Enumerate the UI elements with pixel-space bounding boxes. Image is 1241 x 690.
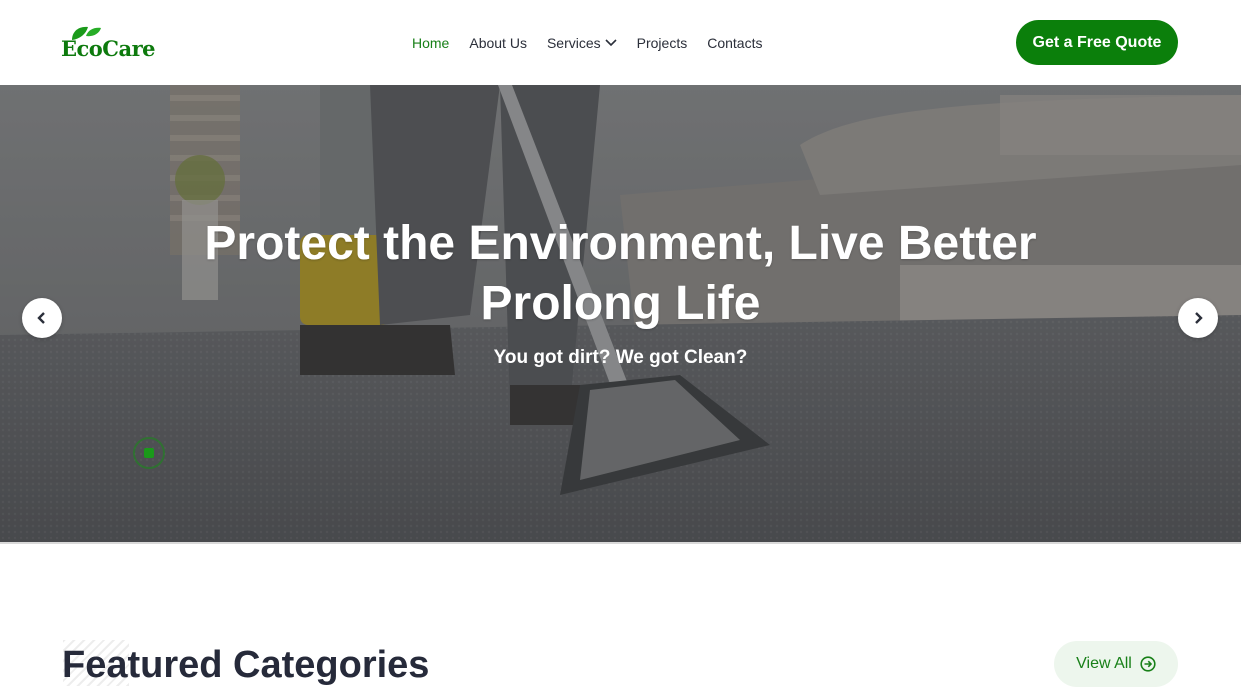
logo-text: EcoCare [61,36,156,61]
nav-about-us-label: About Us [469,35,527,51]
main-nav: Home About Us Services Projects Contacts [412,33,782,53]
site-header: EcoCare Home About Us Services Projects … [0,0,1241,85]
get-free-quote-button[interactable]: Get a Free Quote [1016,20,1178,65]
nav-about-us[interactable]: About Us [469,35,527,51]
view-all-button[interactable]: View All [1054,641,1178,687]
arrow-right-circle-icon [1140,656,1156,672]
slider-next-button[interactable] [1178,298,1218,338]
hero-title-line1: Protect the Environment, Live Better [204,217,1037,270]
nav-projects[interactable]: Projects [637,35,688,51]
nav-home-label: Home [412,35,450,51]
hero-title: Protect the Environment, Live Better Pro… [0,214,1241,334]
chevron-down-icon [605,39,617,47]
slider-prev-button[interactable] [22,298,62,338]
chevron-right-icon [1195,312,1203,324]
nav-contacts[interactable]: Contacts [707,35,762,51]
hero-slider: Protect the Environment, Live Better Pro… [0,85,1241,544]
hero-title-line2: Prolong Life [480,277,761,330]
nav-projects-label: Projects [636,35,688,51]
slide-indicator[interactable] [133,437,165,469]
slide-indicator-dot [144,448,154,458]
chevron-left-icon [37,312,45,324]
nav-contacts-label: Contacts [707,35,763,51]
nav-services[interactable]: Services [547,35,617,51]
view-all-label: View All [1076,655,1132,672]
hero-subtitle: You got dirt? We got Clean? [493,347,748,368]
nav-home[interactable]: Home [412,35,449,51]
hero-divider [0,542,1241,544]
featured-categories-heading: Featured Categories [62,644,430,686]
nav-services-label: Services [546,35,601,51]
logo[interactable]: EcoCare [61,24,171,64]
